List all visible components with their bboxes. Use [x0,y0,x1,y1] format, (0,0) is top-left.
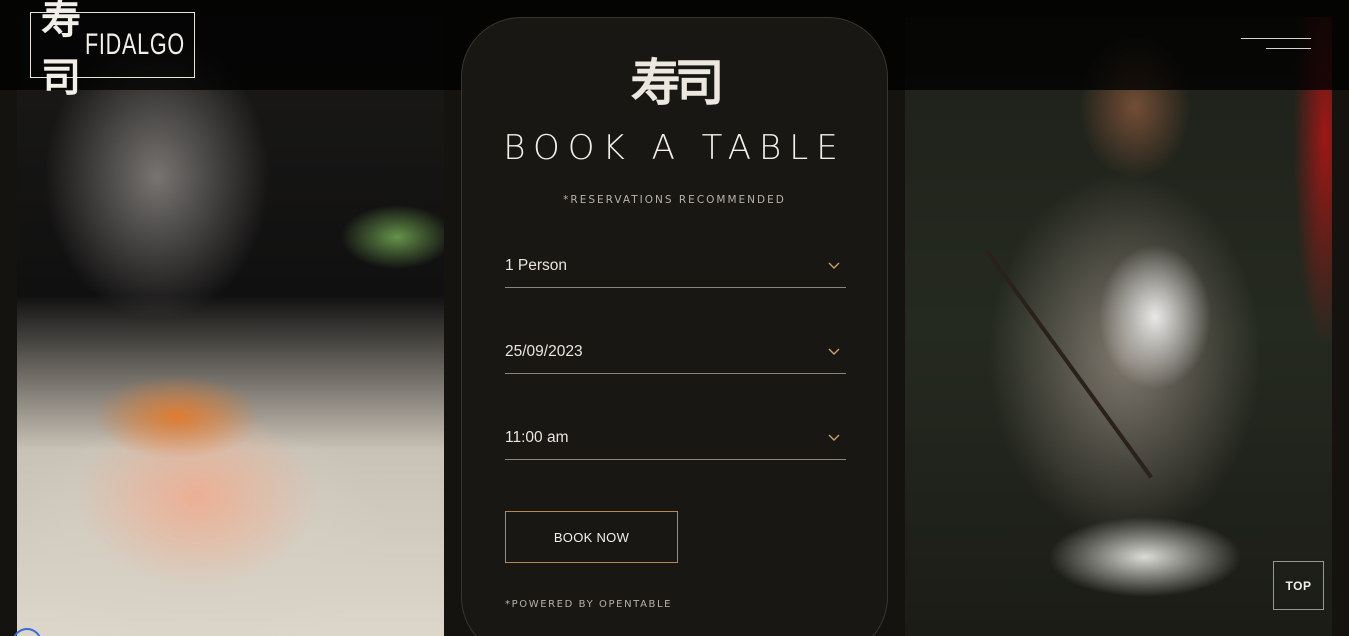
menu-line-bottom [1266,48,1311,49]
party-size-select[interactable]: 1 Person [505,248,846,288]
chevron-down-icon [828,348,840,358]
chevron-down-icon [828,262,840,272]
sushi-chef-photo [17,17,444,636]
book-now-button[interactable]: BOOK NOW [505,511,678,563]
time-select[interactable]: 11:00 am [505,420,846,460]
logo-kanji: 寿司 [41,0,81,101]
time-value: 11:00 am [505,429,569,446]
site-logo[interactable]: 寿司 FIDALGO [30,0,195,101]
booking-card: 寿司 BOOK A TABLE *RESERVATIONS RECOMMENDE… [461,17,888,636]
date-value: 25/09/2023 [505,343,583,360]
reservations-note: *RESERVATIONS RECOMMENDED [563,194,786,206]
back-to-top-button[interactable]: TOP [1273,561,1324,610]
powered-by-opentable[interactable]: *POWERED BY OPENTABLE [505,599,672,610]
chevron-down-icon [828,434,840,444]
chopsticks-shape [985,249,1153,479]
menu-line-top [1241,38,1311,39]
logo-text: FIDALGO [85,28,185,61]
sushi-kanji-emblem: 寿司 [630,53,725,112]
hamburger-icon[interactable] [1238,34,1314,56]
party-size-value: 1 Person [505,257,568,274]
page-title: BOOK A TABLE [503,128,846,168]
date-select[interactable]: 25/09/2023 [505,334,846,374]
top-label: TOP [1285,578,1312,593]
woman-eating-sushi-photo [905,17,1332,636]
